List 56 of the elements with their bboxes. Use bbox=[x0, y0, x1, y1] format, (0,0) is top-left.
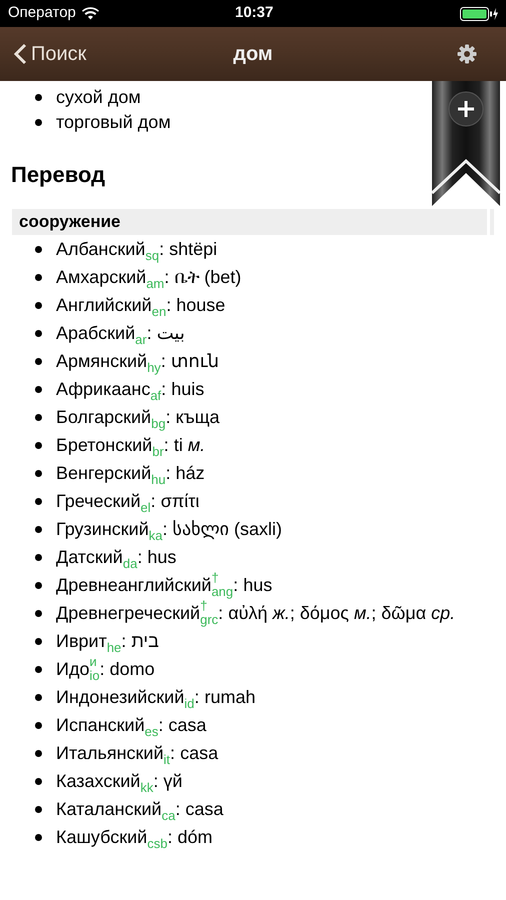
bullet-icon bbox=[35, 358, 42, 365]
translation-entry: Казахский$_{kk}$: үй bbox=[56, 770, 182, 795]
bullet-icon bbox=[35, 94, 42, 101]
translation-entry: Индонезийский$_{id}$: rumah bbox=[56, 686, 256, 711]
translation-entry: Албанский$_{sq}$: shtëpi bbox=[56, 238, 218, 263]
translation-entry: Армянский$_{hy}$: տուն bbox=[56, 350, 220, 375]
group-header: сооружение bbox=[12, 209, 487, 235]
translation-entry: Грузинский$_{ka}$: სახლი (saxli) bbox=[56, 518, 282, 543]
section-heading: Перевод bbox=[10, 161, 106, 188]
bullet-icon bbox=[35, 119, 42, 126]
bullet-icon bbox=[35, 554, 42, 561]
bullet-icon bbox=[35, 750, 42, 757]
bullet-icon bbox=[35, 610, 42, 617]
bullet-icon bbox=[35, 834, 42, 841]
translation-entry: Древнегреческий† $_{grc}$: αὐλή ж.; δόμος м.; δῶμα ср. bbox=[56, 599, 456, 627]
bullet-icon bbox=[35, 778, 42, 785]
battery-charging-icon bbox=[460, 6, 498, 20]
translation-entry: Африкаанс$_{af}$: huis bbox=[56, 378, 204, 403]
bullet-icon bbox=[35, 330, 42, 337]
translation-entry: Болгарский$_{bg}$: къща bbox=[56, 406, 220, 431]
translation-entry: Греческий$_{el}$: σπίτι bbox=[56, 490, 200, 515]
translation-entry: Итальянский$_{it}$: casa bbox=[56, 742, 218, 767]
bullet-icon bbox=[35, 386, 42, 393]
translation-entry: Английский$_{en}$: house bbox=[56, 294, 226, 319]
translation-entry: Венгерский$_{hu}$: ház bbox=[56, 462, 205, 487]
bullet-icon bbox=[35, 582, 42, 589]
wifi-icon bbox=[82, 7, 99, 20]
bullet-icon bbox=[35, 526, 42, 533]
translation-entry: Бретонский$_{br}$: ti м. bbox=[56, 434, 206, 459]
translation-entry: Каталанский$_{ca}$: casa bbox=[56, 798, 224, 823]
page-title: дом bbox=[232, 42, 274, 67]
settings-icon[interactable] bbox=[457, 44, 477, 64]
related-term-link[interactable]: сухой дом bbox=[56, 85, 141, 110]
translation-entry: Датский$_{da}$: hus bbox=[56, 546, 176, 571]
bullet-icon bbox=[35, 414, 42, 421]
translation-entry: Кашубский$_{csb}$: dóm bbox=[56, 826, 213, 851]
chevron-left-icon bbox=[14, 43, 27, 65]
translation-entry: Испанский$_{es}$: casa bbox=[56, 714, 206, 739]
clock-time: 10:37 bbox=[235, 3, 274, 24]
bullet-icon bbox=[35, 470, 42, 477]
bullet-icon bbox=[35, 666, 42, 673]
bullet-icon bbox=[35, 246, 42, 253]
bookmark-ribbon[interactable] bbox=[432, 81, 500, 206]
related-term-link[interactable]: торговый дом bbox=[56, 110, 171, 135]
bullet-icon bbox=[35, 442, 42, 449]
carrier-name: Оператор bbox=[8, 3, 76, 24]
bullet-icon bbox=[35, 498, 42, 505]
bullet-icon bbox=[35, 722, 42, 729]
bullet-icon bbox=[35, 638, 42, 645]
bullet-icon bbox=[35, 274, 42, 281]
bullet-icon bbox=[35, 302, 42, 309]
bullet-icon bbox=[35, 806, 42, 813]
back-button[interactable]: Поиск bbox=[14, 39, 86, 69]
translation-entry: Амхарский$_{am}$: ቤት (bet) bbox=[56, 266, 242, 291]
translation-entry: Древнеанглийский† $_{ang}$: hus bbox=[56, 571, 272, 599]
bullet-icon bbox=[35, 694, 42, 701]
